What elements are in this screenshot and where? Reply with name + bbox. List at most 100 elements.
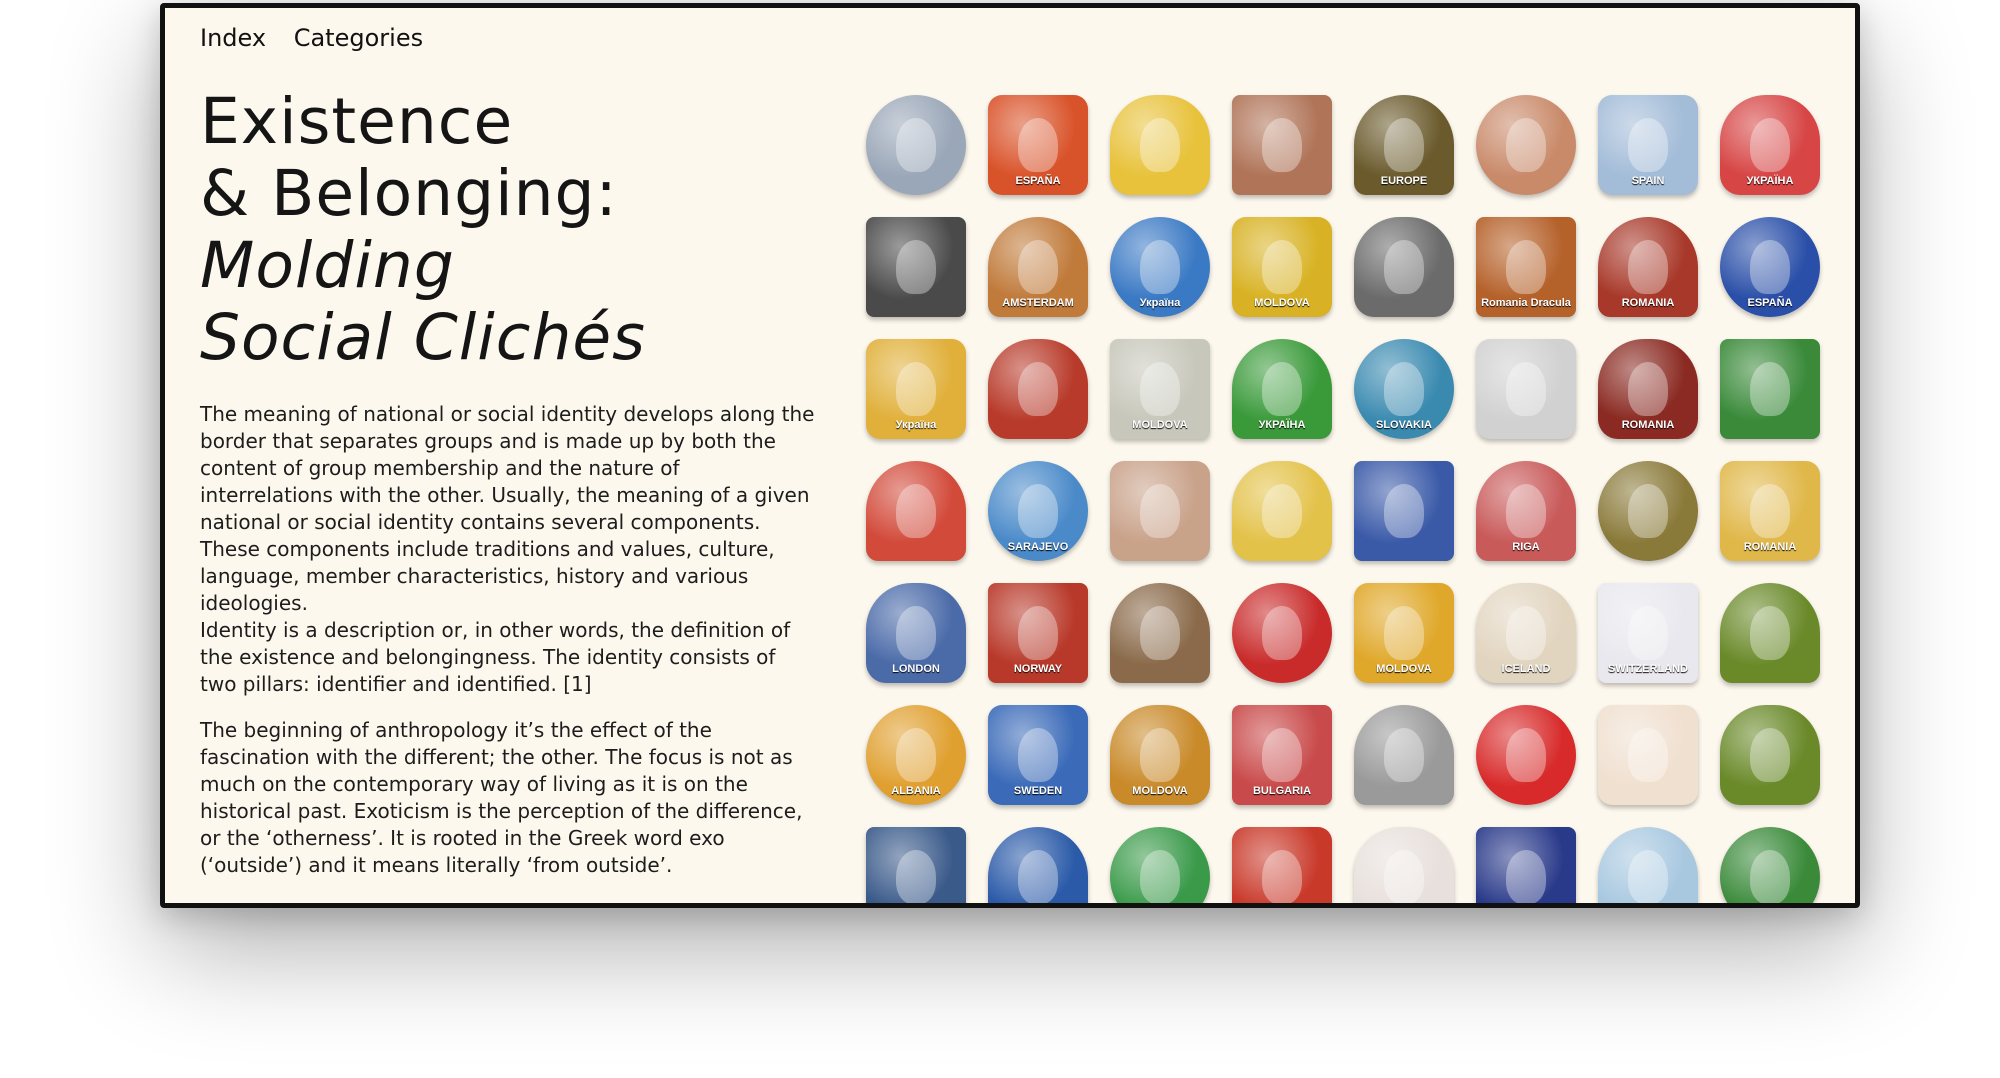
- magnet-item[interactable]: [855, 206, 977, 328]
- magnet-item[interactable]: [1099, 84, 1221, 206]
- magnet-item[interactable]: [1221, 450, 1343, 572]
- magnet-item[interactable]: [1587, 694, 1709, 816]
- magnet-item[interactable]: [1221, 84, 1343, 206]
- dancers-magnet-icon: [1110, 461, 1210, 561]
- magnet-item[interactable]: ROMANIA: [1709, 450, 1831, 572]
- magnet-item[interactable]: [1465, 816, 1587, 903]
- magnet-item[interactable]: [855, 816, 977, 903]
- magnet-item[interactable]: ICELAND: [1465, 572, 1587, 694]
- magnet-label: AMSTERDAM: [1002, 297, 1074, 309]
- romania-map-magnet-icon: [1232, 461, 1332, 561]
- folk-girl-magnet-icon: [866, 461, 966, 561]
- knight-statue-magnet-icon: [866, 217, 966, 317]
- magnet-label: BULGARIA: [1252, 785, 1312, 797]
- magnet-figure: [1506, 118, 1546, 172]
- magnet-item[interactable]: ESPAÑA: [1709, 206, 1831, 328]
- magnet-figure: [1628, 484, 1668, 538]
- albania-figures-magnet-icon: ALBANIA: [866, 705, 966, 805]
- magnet-item[interactable]: ESPAÑA: [977, 84, 1099, 206]
- magnet-item[interactable]: SWITZERLAND: [1587, 572, 1709, 694]
- magnet-item[interactable]: [1099, 450, 1221, 572]
- magnet-item[interactable]: DUBLIN: [1709, 816, 1831, 903]
- magnet-figure: [1384, 484, 1424, 538]
- magnet-item[interactable]: LONDON: [855, 572, 977, 694]
- magnet-figure: [1384, 606, 1424, 660]
- magnet-figure: [1750, 240, 1790, 294]
- magnet-figure: [1018, 728, 1058, 782]
- magnet-figure: [1506, 606, 1546, 660]
- magnet-item[interactable]: EUROPE: [1343, 84, 1465, 206]
- magnet-item[interactable]: [1587, 450, 1709, 572]
- magnet-figure: [1506, 728, 1546, 782]
- magnet-label: ESPAÑA: [1747, 297, 1793, 309]
- magnet-item[interactable]: [855, 450, 977, 572]
- magnet-item[interactable]: RIGA: [1465, 450, 1587, 572]
- magnet-item[interactable]: MOLDOVA: [1343, 572, 1465, 694]
- romania-outline-magnet-icon: ROMANIA: [1720, 461, 1820, 561]
- moldova-carpet-magnet-icon: MOLDOVA: [1232, 217, 1332, 317]
- magnet-item[interactable]: SWEDEN: [977, 694, 1099, 816]
- magnet-item[interactable]: SLOVAKIA: [1343, 328, 1465, 450]
- magnet-item[interactable]: УКРАЇНА: [1709, 84, 1831, 206]
- iceland-figure-magnet-icon: ICELAND: [1476, 583, 1576, 683]
- magnet-item[interactable]: NORWAY: [977, 572, 1099, 694]
- magnet-item[interactable]: [1465, 694, 1587, 816]
- flamenco-dress-magnet-icon: [1476, 705, 1576, 805]
- romania-shield-magnet-icon: ROMANIA: [1598, 217, 1698, 317]
- magnet-item[interactable]: MOLDOVA: [1221, 206, 1343, 328]
- magnet-figure: [1140, 606, 1180, 660]
- magnet-item[interactable]: ROMANIA: [1587, 206, 1709, 328]
- magnet-item[interactable]: [1099, 572, 1221, 694]
- magnet-item[interactable]: Україна: [1099, 206, 1221, 328]
- magnet-item[interactable]: Switzerland: [1343, 816, 1465, 903]
- magnet-item[interactable]: [1343, 206, 1465, 328]
- hat-doll-magnet-icon: [1476, 339, 1576, 439]
- magnet-item[interactable]: [1221, 816, 1343, 903]
- magnet-label: ROMANIA: [1621, 419, 1675, 431]
- magnet-item[interactable]: MOLDOVA: [1099, 694, 1221, 816]
- magnet-item[interactable]: [1343, 694, 1465, 816]
- riga-houses-magnet-icon: RIGA: [1476, 461, 1576, 561]
- nav-categories-link[interactable]: Categories: [294, 24, 423, 52]
- paragraph: The beginning of anthropology it’s the e…: [200, 718, 803, 877]
- magnet-item[interactable]: [1709, 572, 1831, 694]
- magnet-figure: [1628, 118, 1668, 172]
- magnet-item[interactable]: [1465, 84, 1587, 206]
- magnet-item[interactable]: SARAJEVO: [977, 450, 1099, 572]
- magnet-figure: [1628, 606, 1668, 660]
- magnet-figure: [896, 118, 936, 172]
- magnet-item[interactable]: BULGARIA: [1221, 694, 1343, 816]
- ukraine-scene-magnet-icon: Україна: [1110, 217, 1210, 317]
- magnet-item[interactable]: [1709, 694, 1831, 816]
- magnet-label: УКРАЇНА: [1258, 419, 1306, 431]
- magnet-item[interactable]: [1709, 328, 1831, 450]
- magnet-item[interactable]: Romania Dracula: [1465, 206, 1587, 328]
- magnet-item[interactable]: [1221, 572, 1343, 694]
- magnet-item[interactable]: [1099, 816, 1221, 903]
- magnet-item[interactable]: TIRANA: [1587, 816, 1709, 903]
- magnet-item[interactable]: ALBANIA: [855, 694, 977, 816]
- magnet-figure: [1384, 362, 1424, 416]
- magnet-figure: [1140, 118, 1180, 172]
- magnet-item[interactable]: AMSTERDAM: [977, 206, 1099, 328]
- magnet-item[interactable]: SPAIN: [1587, 84, 1709, 206]
- magnet-label: ALBANIA: [891, 785, 941, 797]
- magnet-figure: [1140, 728, 1180, 782]
- magnet-item[interactable]: MOLDOVA: [1099, 328, 1221, 450]
- magnet-figure: [896, 240, 936, 294]
- magnet-figure: [1262, 240, 1302, 294]
- ceramic-figures-magnet-icon: [1476, 95, 1576, 195]
- magnet-item[interactable]: Mother Teresa: [977, 816, 1099, 903]
- magnet-item[interactable]: [1343, 450, 1465, 572]
- magnet-item[interactable]: [977, 328, 1099, 450]
- silver-figure-magnet-icon: [1354, 705, 1454, 805]
- magnet-item[interactable]: Україна: [855, 328, 977, 450]
- magnet-label: SLOVAKIA: [1375, 419, 1433, 431]
- magnet-item[interactable]: УКРАЇНА: [1221, 328, 1343, 450]
- magnet-item[interactable]: ROMANIA: [1587, 328, 1709, 450]
- nav-index-link[interactable]: Index: [200, 24, 266, 52]
- magnet-item[interactable]: [855, 84, 977, 206]
- wooden-plaque-magnet-icon: EUROPE: [1354, 95, 1454, 195]
- green-dragon-magnet-icon: [1110, 827, 1210, 903]
- magnet-item[interactable]: [1465, 328, 1587, 450]
